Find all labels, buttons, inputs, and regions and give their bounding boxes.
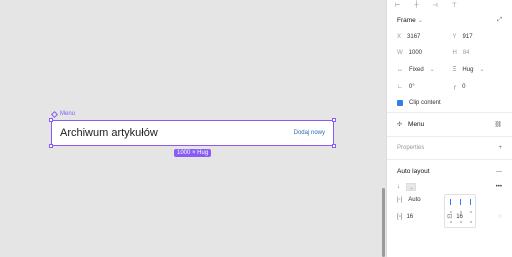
alignment-toolbar: ⊢ ┼ ⊣ ⊤: [387, 0, 512, 10]
corner-radius-icon: ╭: [452, 84, 457, 90]
vertical-direction-icon[interactable]: ↓: [397, 184, 400, 190]
independent-padding-icon[interactable]: ◌: [498, 214, 502, 220]
more-options-icon[interactable]: •••: [496, 184, 502, 190]
component-icon: [50, 110, 59, 118]
resize-to-fit-icon[interactable]: ⤢: [497, 17, 502, 24]
component-instance-icon: ✣: [397, 122, 403, 128]
width-mode-select[interactable]: ↔ Fixed ⌄: [397, 66, 447, 74]
size-badge: 1000 × Hug: [174, 149, 212, 157]
height-field[interactable]: H 84: [453, 50, 503, 56]
horizontal-padding-field[interactable]: 16: [406, 214, 413, 220]
frame-section: Frame ⌄ ⤢ X 3167 Y 917 W 1000 H 84 ↔ Fixed ⌄ Ξ…: [387, 10, 512, 113]
clip-content-checkbox[interactable]: Clip content: [397, 100, 502, 106]
x-field[interactable]: X 3167: [397, 34, 447, 40]
add-property-icon[interactable]: +: [498, 145, 502, 151]
frame-section-title[interactable]: Frame ⌄: [397, 16, 423, 24]
add-new-button[interactable]: Dodaj nowy: [294, 130, 325, 136]
properties-section: Properties +: [387, 137, 512, 160]
alignment-dot: [450, 211, 452, 213]
alignment-bar: [460, 199, 461, 205]
frame-name-label[interactable]: Menu: [50, 110, 76, 118]
menu-title: Archiwum artykułów: [60, 127, 158, 139]
align-center-icon[interactable]: ┼: [414, 2, 418, 8]
remove-auto-layout-icon[interactable]: —: [496, 169, 502, 175]
rotation-icon: ∟: [397, 83, 403, 90]
alignment-dot: [470, 211, 472, 213]
vertical-resize-icon: Ξ: [452, 66, 457, 73]
component-section: ✣ Menu ⛓: [387, 113, 512, 137]
scrollbar-thumb[interactable]: [382, 188, 385, 257]
resize-handle-bottom-right[interactable]: [332, 144, 336, 148]
height-mode-select[interactable]: Ξ Hug ⌄: [452, 66, 503, 74]
corner-radius-field[interactable]: ╭ 0: [452, 83, 503, 91]
align-left-icon[interactable]: ⊢: [395, 2, 400, 9]
alignment-dot: [450, 221, 452, 223]
y-field[interactable]: Y 917: [453, 34, 503, 40]
auto-layout-title: Auto layout: [397, 168, 430, 175]
width-field[interactable]: W 1000: [397, 50, 447, 56]
frame-name: Menu: [60, 111, 76, 117]
rotation-field[interactable]: ∟ 0°: [397, 83, 447, 90]
gap-mode[interactable]: Auto: [408, 197, 420, 203]
horizontal-resize-icon: ↔: [397, 66, 403, 73]
alignment-bar: [470, 199, 471, 205]
alignment-dot: [470, 221, 472, 223]
alignment-dot: [460, 221, 462, 223]
checkbox-checked-icon: [397, 100, 403, 106]
menu-frame[interactable]: Archiwum artykułów Dodaj nowy: [51, 120, 334, 146]
alignment-grid[interactable]: [444, 194, 476, 228]
align-top-icon[interactable]: ⊤: [452, 2, 457, 9]
resize-handle-top-left[interactable]: [49, 118, 53, 122]
canvas[interactable]: Menu Archiwum artykułów Dodaj nowy 1000 …: [0, 0, 386, 257]
properties-title: Properties: [397, 145, 425, 151]
spacing-icon: |◦|: [397, 197, 403, 203]
detach-instance-icon[interactable]: ⛓: [494, 121, 502, 128]
resize-handle-bottom-left[interactable]: [49, 144, 53, 148]
alignment-bar: [450, 199, 451, 205]
horizontal-direction-icon[interactable]: →: [406, 183, 416, 191]
resize-handle-top-right[interactable]: [332, 118, 336, 122]
horizontal-padding-icon: [▫]: [397, 213, 403, 220]
align-right-icon[interactable]: ⊣: [433, 2, 438, 9]
alignment-dot: [460, 211, 462, 213]
component-name[interactable]: Menu: [408, 121, 424, 128]
